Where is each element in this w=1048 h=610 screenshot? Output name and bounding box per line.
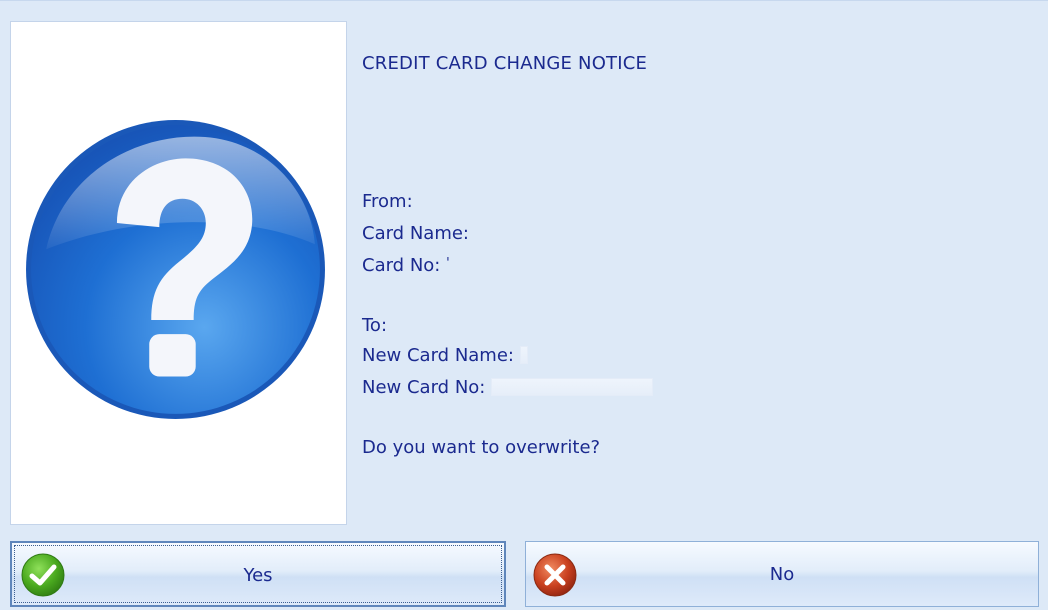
card-name-label: Card Name: — [362, 223, 469, 244]
card-name-row: Card Name: — [362, 223, 483, 244]
card-no-label: Card No: — [362, 255, 441, 276]
from-label: From: — [362, 191, 413, 212]
no-label: No — [769, 564, 795, 585]
new-card-no-value — [491, 378, 654, 396]
new-card-no-label: New Card No: — [362, 377, 486, 398]
message-area: CREDIT CARD CHANGE NOTICE From: Card Nam… — [362, 49, 1022, 509]
notice-title: CREDIT CARD CHANGE NOTICE — [362, 53, 648, 74]
yes-label: Yes — [243, 565, 273, 586]
card-no-value: ' — [446, 256, 450, 271]
no-button[interactable]: No — [525, 541, 1039, 607]
new-card-name-value — [519, 346, 528, 364]
new-card-name-row: New Card Name: — [362, 345, 528, 366]
to-label: To: — [362, 315, 388, 336]
icon-panel — [10, 21, 347, 525]
credit-card-change-dialog: CREDIT CARD CHANGE NOTICE From: Card Nam… — [0, 0, 1048, 610]
overwrite-question: Do you want to overwrite? — [362, 437, 601, 458]
question-icon — [26, 120, 325, 419]
new-card-no-row: New Card No: — [362, 377, 654, 398]
new-card-name-label: New Card Name: — [362, 345, 514, 366]
card-no-row: Card No: ' — [362, 255, 454, 276]
yes-button[interactable]: Yes — [10, 541, 506, 607]
